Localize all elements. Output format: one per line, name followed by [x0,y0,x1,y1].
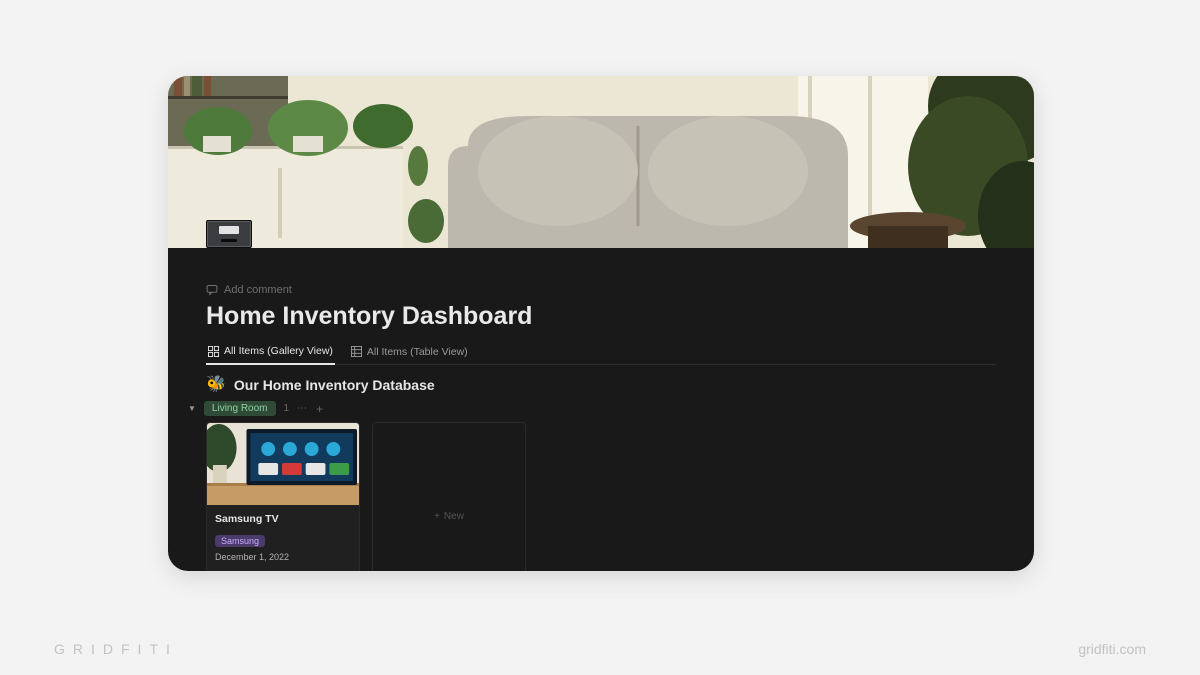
watermark-url: gridfiti.com [1078,641,1146,657]
view-tabs: All Items (Gallery View) All Items (Tabl… [206,341,996,365]
card-date: December 1, 2022 [215,552,351,562]
file-cabinet-icon [206,220,252,248]
table-icon [351,346,362,357]
brand-tag: Samsung [215,535,265,547]
page-icon [206,220,252,248]
new-card-button[interactable]: + New [372,422,526,571]
card-body: Samsung TV Samsung December 1, 2022 Amaz… [207,505,359,571]
group-more-button[interactable]: ⋯ [297,403,308,414]
group-toggle-icon[interactable]: ▼ [188,404,196,413]
app-window: Add comment Home Inventory Dashboard All… [168,76,1034,571]
cover-image [168,76,1034,248]
group-header: ▼ Living Room 1 ⋯ + [188,401,996,416]
gallery-cards: Samsung TV Samsung December 1, 2022 Amaz… [206,422,996,571]
plus-icon: + [434,511,440,522]
card-title: Samsung TV [215,513,351,525]
add-comment-label: Add comment [224,284,292,296]
gallery-icon [208,346,219,357]
page-title: Home Inventory Dashboard [206,302,996,331]
watermark-brand: GRIDFITI [54,641,178,657]
cover-illustration [168,76,1034,248]
card-cover-image [207,423,359,505]
database-emoji: 🐝 [206,377,226,393]
tab-label: All Items (Table View) [367,346,468,358]
tab-table-view[interactable]: All Items (Table View) [349,342,470,364]
tab-label: All Items (Gallery View) [224,345,333,357]
item-card[interactable]: Samsung TV Samsung December 1, 2022 Amaz… [206,422,360,571]
add-comment-button[interactable]: Add comment [206,284,996,296]
database-title: Our Home Inventory Database [234,377,435,393]
database-title-row[interactable]: 🐝 Our Home Inventory Database [206,377,996,393]
group-tag[interactable]: Living Room [204,401,276,416]
group-count: 1 [284,403,290,414]
page-content: Add comment Home Inventory Dashboard All… [168,248,1034,571]
comment-icon [206,284,218,296]
tv-thumbnail [207,423,359,505]
new-card-label: New [444,511,464,522]
tab-gallery-view[interactable]: All Items (Gallery View) [206,341,335,365]
group-add-button[interactable]: + [316,402,323,416]
